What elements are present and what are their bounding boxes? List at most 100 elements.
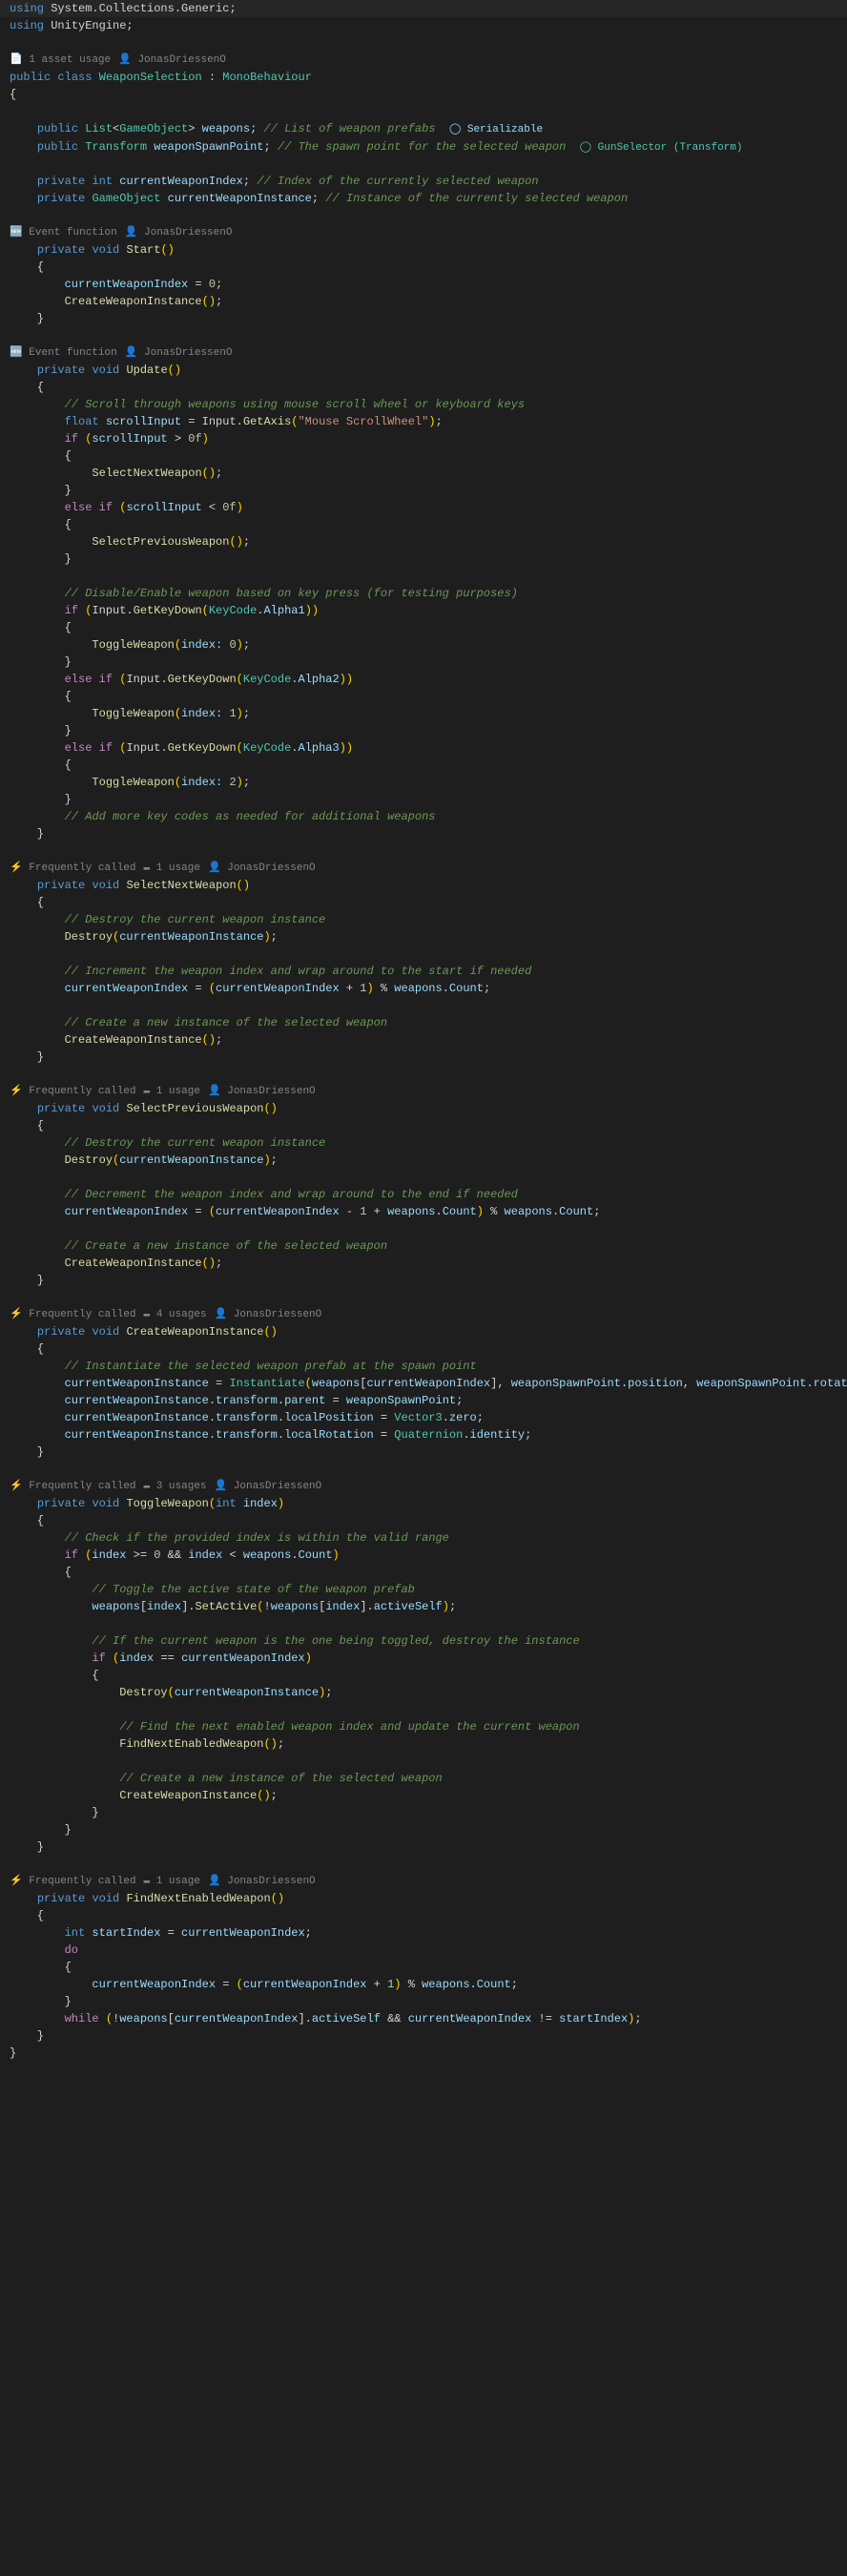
line-alpha2-brace: {	[0, 688, 847, 705]
line-toggle-range-brace: {	[0, 1564, 847, 1581]
line-blank2	[0, 103, 847, 120]
line-findnext-do-brace: {	[0, 1959, 847, 1976]
line-toggle-current-close: }	[0, 1804, 847, 1821]
line-createweapon-parent: currentWeaponInstance.transform.parent =…	[0, 1392, 847, 1409]
line-blank6	[0, 568, 847, 585]
line-toggle-close: }	[0, 1839, 847, 1856]
line-select-next: SelectNextWeapon();	[0, 465, 847, 482]
line-selectprev-decrement: currentWeaponIndex = (currentWeaponIndex…	[0, 1203, 847, 1220]
line-selectprev-brace: {	[0, 1117, 847, 1134]
line-findnext-method: private void FindNextEnabledWeapon()	[0, 1890, 847, 1907]
line-1: using System.Collections.Generic;	[0, 0, 847, 17]
line-createweapon-localrot: currentWeaponInstance.transform.localRot…	[0, 1426, 847, 1444]
line-findnext-startindex: int startIndex = currentWeaponIndex;	[0, 1924, 847, 1942]
line-blank16	[0, 1701, 847, 1718]
line-createweapon-comment1: // Instantiate the selected weapon prefa…	[0, 1358, 847, 1375]
line-selectnext-method: private void SelectNextWeapon()	[0, 877, 847, 894]
codelens-findnext: ⚡ Frequently called ▬ 1 usage 👤 JonasDri…	[0, 1873, 847, 1890]
line-toggle-method: private void ToggleWeapon(int index)	[0, 1495, 847, 1512]
line-if-scroll-close: }	[0, 482, 847, 499]
line-select-prev: SelectPreviousWeapon();	[0, 533, 847, 551]
codelens-selectprev: ⚡ Frequently called ▬ 1 usage 👤 JonasDri…	[0, 1083, 847, 1100]
line-toggle-comment4: // Find the next enabled weapon index an…	[0, 1718, 847, 1735]
line-class: public class WeaponSelection : MonoBehav…	[0, 69, 847, 86]
line-blank15	[0, 1615, 847, 1632]
line-update-brace: {	[0, 379, 847, 396]
line-selectnext-brace: {	[0, 894, 847, 911]
line-scroll-input: float scrollInput = Input.GetAxis("Mouse…	[0, 413, 847, 430]
codelens-toggle: ⚡ Frequently called ▬ 3 usages 👤 JonasDr…	[0, 1478, 847, 1495]
line-alpha3-close: }	[0, 791, 847, 808]
line-toggle-setactive: weapons[index].SetActive(!weapons[index]…	[0, 1598, 847, 1615]
line-weapons-field: public List<GameObject> weapons; // List…	[0, 120, 847, 138]
line-update-close: }	[0, 825, 847, 842]
line-toggle-comment2: // Toggle the active state of the weapon…	[0, 1581, 847, 1598]
line-toggle-comment3: // If the current weapon is the one bein…	[0, 1632, 847, 1650]
line-selectnext-increment: currentWeaponIndex = (currentWeaponIndex…	[0, 980, 847, 997]
line-toggle-current-brace: {	[0, 1667, 847, 1684]
line-if-alpha1: if (Input.GetKeyDown(KeyCode.Alpha1))	[0, 602, 847, 619]
line-start-brace: {	[0, 259, 847, 276]
line-selectnext-destroy: Destroy(currentWeaponInstance);	[0, 928, 847, 945]
line-index-field: private int currentWeaponIndex; // Index…	[0, 173, 847, 190]
line-else-scroll-close: }	[0, 551, 847, 568]
line-alpha2-close: }	[0, 722, 847, 739]
line-selectprev-comment1: // Destroy the current weapon instance	[0, 1134, 847, 1152]
line-alpha1-close: }	[0, 654, 847, 671]
line-update-comment1: // Scroll through weapons using mouse sc…	[0, 396, 847, 413]
line-findnext-while: while (!weapons[currentWeaponIndex].acti…	[0, 2010, 847, 2027]
line-selectnext-close: }	[0, 1049, 847, 1066]
line-selectprev-comment3: // Create a new instance of the selected…	[0, 1237, 847, 1255]
line-else-alpha3: else if (Input.GetKeyDown(KeyCode.Alpha3…	[0, 739, 847, 757]
line-blank4	[0, 207, 847, 224]
line-blank9	[0, 997, 847, 1014]
line-selectprev-method: private void SelectPreviousWeapon()	[0, 1100, 847, 1117]
line-findnext-increment: currentWeaponIndex = (currentWeaponIndex…	[0, 1976, 847, 1993]
line-selectprev-close: }	[0, 1272, 847, 1289]
line-selectprev-create: CreateWeaponInstance();	[0, 1255, 847, 1272]
line-selectnext-comment2: // Increment the weapon index and wrap a…	[0, 963, 847, 980]
line-blank3	[0, 156, 847, 173]
line-blank7	[0, 842, 847, 860]
line-createweapon-close: }	[0, 1444, 847, 1461]
line-blank11	[0, 1169, 847, 1186]
line-if-scroll-up: if (scrollInput > 0f)	[0, 430, 847, 447]
line-blank5	[0, 327, 847, 344]
line-2: using UnityEngine;	[0, 17, 847, 34]
line-createweapon-instantiate: currentWeaponInstance = Instantiate(weap…	[0, 1375, 847, 1392]
codelens-asset: 📄 1 asset usage 👤 JonasDriessenO	[0, 52, 847, 69]
line-blank12	[0, 1220, 847, 1237]
line-createweapon-method: private void CreateWeaponInstance()	[0, 1323, 847, 1340]
line-update-method: private void Update()	[0, 362, 847, 379]
code-editor: using System.Collections.Generic; using …	[0, 0, 847, 2062]
line-blank10	[0, 1066, 847, 1083]
line-spawnpoint-field: public Transform weaponSpawnPoint; // Th…	[0, 138, 847, 156]
line-instance-field: private GameObject currentWeaponInstance…	[0, 190, 847, 207]
codelens-selectnext: ⚡ Frequently called ▬ 1 usage 👤 JonasDri…	[0, 860, 847, 877]
line-blank13	[0, 1289, 847, 1306]
line-blank	[0, 34, 847, 52]
line-brace-open: {	[0, 86, 847, 103]
line-blank8	[0, 945, 847, 963]
line-toggle-range-close: }	[0, 1821, 847, 1839]
line-start-create: CreateWeaponInstance();	[0, 293, 847, 310]
line-else-scroll: else if (scrollInput < 0f)	[0, 499, 847, 516]
line-blank14	[0, 1461, 847, 1478]
line-start-close: }	[0, 310, 847, 327]
line-selectnext-comment1: // Destroy the current weapon instance	[0, 911, 847, 928]
line-toggle-findnext: FindNextEnabledWeapon();	[0, 1735, 847, 1753]
line-alpha3-brace: {	[0, 757, 847, 774]
codelens-start: 🆕 Event function 👤 JonasDriessenO	[0, 224, 847, 241]
line-if-scroll-brace: {	[0, 447, 847, 465]
line-findnext-close: }	[0, 2027, 847, 2045]
line-createweapon-localpos: currentWeaponInstance.transform.localPos…	[0, 1409, 847, 1426]
line-toggle-2: ToggleWeapon(index: 2);	[0, 774, 847, 791]
line-toggle-destroy: Destroy(currentWeaponInstance);	[0, 1684, 847, 1701]
line-comment-more-keys: // Add more key codes as needed for addi…	[0, 808, 847, 825]
line-else-alpha2: else if (Input.GetKeyDown(KeyCode.Alpha2…	[0, 671, 847, 688]
line-createweapon-brace: {	[0, 1340, 847, 1358]
line-class-close: }	[0, 2045, 847, 2062]
line-toggle-create: CreateWeaponInstance();	[0, 1787, 847, 1804]
line-findnext-do: do	[0, 1942, 847, 1959]
line-toggle-comment5: // Create a new instance of the selected…	[0, 1770, 847, 1787]
